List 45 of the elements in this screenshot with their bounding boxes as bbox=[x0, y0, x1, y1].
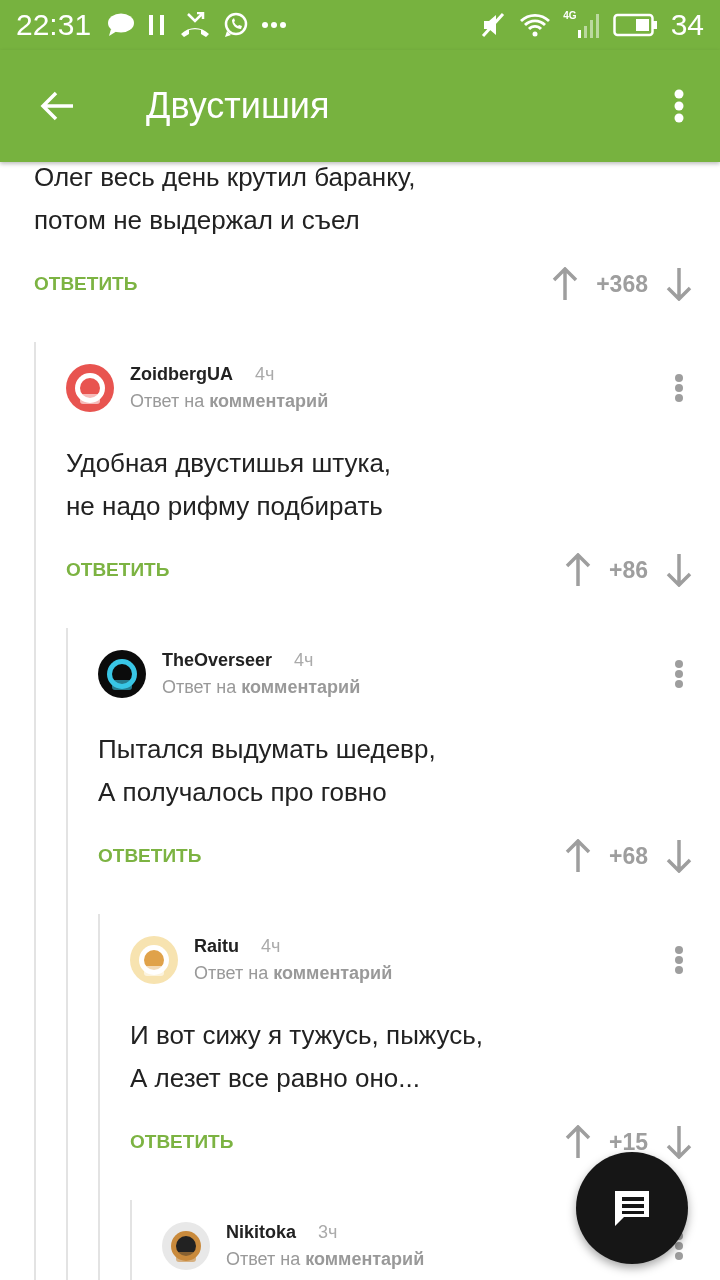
message-icon bbox=[107, 13, 136, 37]
comment-text: И вот сижу я тужусь, пыжусь, bbox=[130, 1019, 484, 1052]
reply-to-text: Ответ на комментарий bbox=[226, 1249, 426, 1270]
battery-level: 34 bbox=[670, 8, 704, 42]
network-type: 4G bbox=[563, 10, 577, 21]
more-icon bbox=[261, 21, 288, 29]
status-time: 22:31 bbox=[16, 8, 92, 42]
comment-text: Пытался выдумать шедевр, bbox=[98, 733, 437, 766]
upvote-arrow-icon[interactable] bbox=[565, 1125, 591, 1159]
author-name[interactable]: Raitu bbox=[194, 936, 239, 956]
missed-call-icon bbox=[179, 12, 212, 38]
comment-text: Олег весь день крутил баранку, bbox=[34, 162, 417, 194]
comment-text: Удобная двустишья штука, bbox=[66, 447, 393, 480]
comment-rating: +15 bbox=[609, 1128, 648, 1156]
author-name[interactable]: Nikitoka bbox=[226, 1222, 297, 1242]
downvote-arrow-icon[interactable] bbox=[666, 553, 692, 587]
downvote-arrow-icon[interactable] bbox=[666, 267, 692, 301]
comment-time: 4ч bbox=[294, 650, 314, 670]
comment-rating: +368 bbox=[596, 270, 648, 298]
author-name[interactable]: TheOverseer bbox=[162, 650, 273, 670]
wifi-icon bbox=[519, 12, 552, 38]
signal-icon bbox=[576, 12, 601, 38]
comment-button[interactable] bbox=[576, 1152, 688, 1264]
screen-title: Двустишия bbox=[146, 85, 331, 127]
reply-to-text: Ответ на комментарий bbox=[194, 963, 394, 984]
phone-bubble-icon bbox=[223, 12, 250, 38]
downvote-arrow-icon[interactable] bbox=[666, 1125, 692, 1159]
comment-text: А лезет все равно оно... bbox=[130, 1062, 421, 1095]
author-name[interactable]: ZoidbergUA bbox=[130, 364, 233, 384]
comment-rating: +68 bbox=[609, 842, 648, 870]
upvote-arrow-icon[interactable] bbox=[552, 267, 579, 301]
reply-to-text: Ответ на комментарий bbox=[130, 391, 330, 412]
comment-time: 3ч bbox=[318, 1222, 338, 1242]
reply-to-text: Ответ на комментарий bbox=[162, 677, 362, 698]
downvote-arrow-icon[interactable] bbox=[666, 839, 692, 873]
upvote-arrow-icon[interactable] bbox=[565, 839, 591, 873]
back-arrow-icon[interactable] bbox=[40, 91, 74, 121]
comment-text: А получалось про говно bbox=[98, 776, 388, 809]
upvote-arrow-icon[interactable] bbox=[565, 553, 591, 587]
comment-rating: +86 bbox=[609, 556, 648, 584]
battery-icon bbox=[612, 13, 659, 37]
comment-text: потом не выдержал и съел bbox=[34, 204, 361, 237]
comment-text: не надо рифму подбирать bbox=[66, 490, 384, 523]
comment-time: 4ч bbox=[261, 936, 281, 956]
comment-time: 4ч bbox=[255, 364, 275, 384]
